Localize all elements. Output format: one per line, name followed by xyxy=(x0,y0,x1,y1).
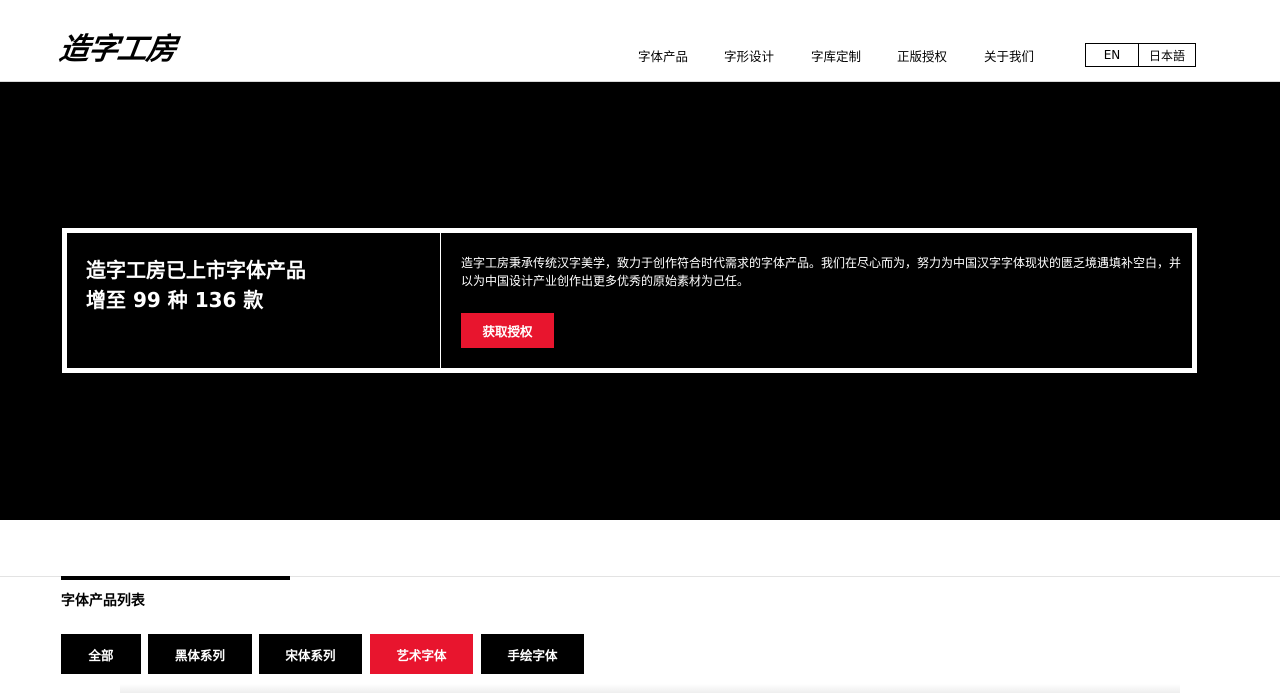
hero-description: 造字工房秉承传统汉字美学，致力于创作符合时代需求的字体产品。我们在尽心而为，努力… xyxy=(461,256,1182,288)
section-title: 字体产品列表 xyxy=(61,593,145,609)
nav-item-glyph-design[interactable]: 字形设计 xyxy=(724,46,774,65)
nav-item-licensing[interactable]: 正版授权 xyxy=(897,46,947,65)
lang-en-button[interactable]: EN xyxy=(1086,44,1139,66)
filter-all[interactable]: 全部 xyxy=(61,634,141,674)
language-switcher: EN 日本語 xyxy=(1085,43,1196,67)
site-logo[interactable]: 造字工房 xyxy=(57,24,179,68)
filter-heiti-series[interactable]: 黑体系列 xyxy=(148,634,252,674)
filter-art-fonts[interactable]: 艺术字体 xyxy=(370,634,473,674)
nav-item-about-us[interactable]: 关于我们 xyxy=(984,46,1034,65)
filter-handwritten-fonts[interactable]: 手绘字体 xyxy=(481,634,584,674)
section-tab-indicator xyxy=(61,576,290,580)
hero-title-panel: 造字工房已上市字体产品 增至 99 种 136 款 xyxy=(67,233,441,368)
nav-item-font-products[interactable]: 字体产品 xyxy=(638,46,688,65)
site-header: 造字工房 字体产品 字形设计 字库定制 正版授权 关于我们 EN 日本語 xyxy=(0,0,1280,82)
hero-info-box: 造字工房已上市字体产品 增至 99 种 136 款 造字工房秉承传统汉字美学，致… xyxy=(62,228,1197,373)
hero-banner: 造字工房已上市字体产品 增至 99 种 136 款 造字工房秉承传统汉字美学，致… xyxy=(0,82,1280,520)
hero-title-line2: 增至 99 种 136 款 xyxy=(86,288,264,312)
nav-item-font-customization[interactable]: 字库定制 xyxy=(811,46,861,65)
content-card-edge xyxy=(120,684,1180,693)
hero-title-line1: 造字工房已上市字体产品 xyxy=(86,258,306,282)
hero-description-panel: 造字工房秉承传统汉字美学，致力于创作符合时代需求的字体产品。我们在尽心而为，努力… xyxy=(441,233,1192,368)
lang-ja-button[interactable]: 日本語 xyxy=(1139,44,1195,66)
get-license-button[interactable]: 获取授权 xyxy=(461,313,554,348)
filter-songti-series[interactable]: 宋体系列 xyxy=(259,634,362,674)
